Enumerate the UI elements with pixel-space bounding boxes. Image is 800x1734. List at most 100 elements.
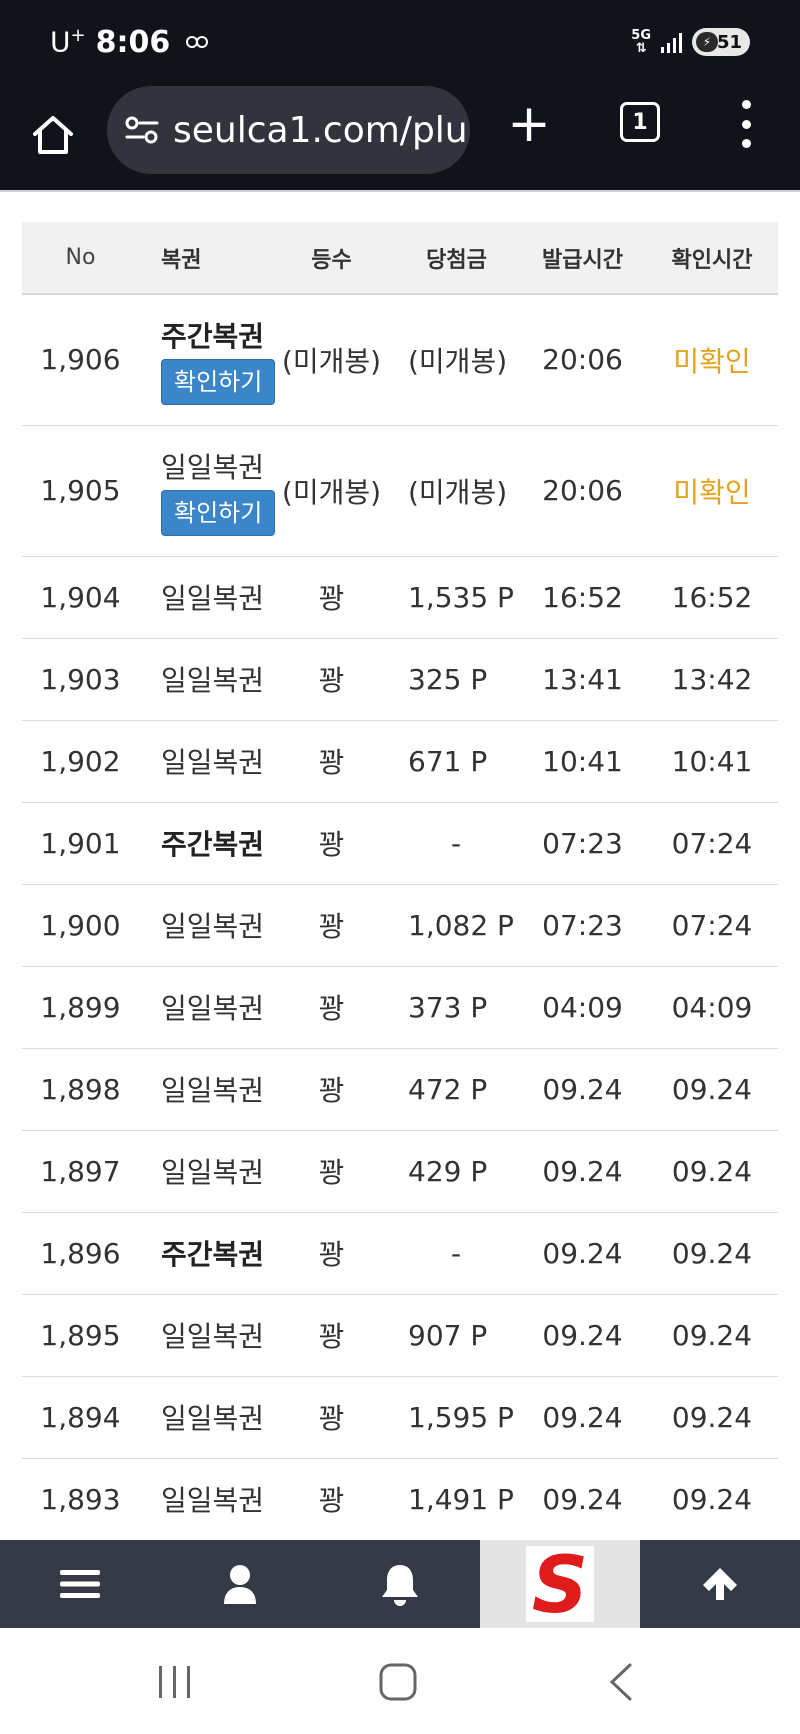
lottery-type: 주간복권 xyxy=(161,319,265,353)
table-row: 1,897 일일복권 꽝 429 P 09.24 09.24 xyxy=(22,1130,778,1213)
cell-checked: 13:42 xyxy=(646,638,778,721)
cell-prize: - xyxy=(394,1212,519,1295)
charging-icon: ⚡ xyxy=(696,32,718,52)
cell-no: 1,902 xyxy=(22,720,139,803)
cell-prize: 1,595 P xyxy=(394,1376,519,1459)
url-text: seulca1.com/plu xyxy=(173,109,468,151)
cell-prize: 472 P xyxy=(394,1048,519,1131)
check-button[interactable]: 확인하기 xyxy=(161,489,276,536)
table-row: 1,898 일일복권 꽝 472 P 09.24 09.24 xyxy=(22,1048,778,1131)
table-row: 1,903 일일복권 꽝 325 P 13:41 13:42 xyxy=(22,638,778,721)
lottery-type: 일일복권 xyxy=(161,1156,265,1189)
cell-rank: 꽝 xyxy=(269,966,394,1049)
cell-rank: 꽝 xyxy=(269,1130,394,1213)
cell-issued: 07:23 xyxy=(519,884,646,967)
lottery-type: 일일복권 xyxy=(161,992,265,1025)
battery-level: 51 xyxy=(716,31,742,53)
table-row: 1,893 일일복권 꽝 1,491 P 09.24 09.24 xyxy=(22,1458,778,1541)
cell-rank: 꽝 xyxy=(269,638,394,721)
lottery-type: 일일복권 xyxy=(161,664,265,697)
cell-issued: 09.24 xyxy=(519,1294,646,1377)
cell-prize: 373 P xyxy=(394,966,519,1049)
lottery-type: 일일복권 xyxy=(161,582,265,615)
header-no: No xyxy=(22,222,139,295)
url-bar[interactable]: seulca1.com/plu xyxy=(107,86,470,174)
cell-rank: 꽝 xyxy=(269,720,394,803)
table-row: 1,899 일일복권 꽝 373 P 04:09 04:09 xyxy=(22,966,778,1049)
nav-menu-button[interactable] xyxy=(0,1540,160,1628)
cell-type: 일일복권 xyxy=(139,1294,269,1377)
cell-checked: 09.24 xyxy=(646,1294,778,1377)
cell-prize: - xyxy=(394,802,519,885)
lottery-type: 일일복권 xyxy=(161,746,265,779)
back-icon[interactable] xyxy=(606,1662,636,1702)
cell-prize: (미개봉) xyxy=(394,425,519,557)
browser-toolbar: seulca1.com/plu + 1 xyxy=(0,82,800,192)
bell-icon xyxy=(382,1565,418,1606)
cell-issued: 16:52 xyxy=(519,556,646,639)
header-issued: 발급시간 xyxy=(519,222,646,295)
lottery-history: No 복권 등수 당첨금 발급시간 확인시간 1,906 주간복권 확인하기 (… xyxy=(22,222,778,1541)
clock: 8:06 xyxy=(95,24,171,60)
cell-type: 일일복권 xyxy=(139,1130,269,1213)
cell-no: 1,898 xyxy=(22,1048,139,1131)
arrow-up-icon xyxy=(703,1568,737,1600)
cell-no: 1,901 xyxy=(22,802,139,885)
recent-apps-icon[interactable] xyxy=(155,1662,195,1702)
tab-switcher-button[interactable]: 1 xyxy=(620,102,660,142)
home-icon xyxy=(33,116,73,154)
cell-issued: 09.24 xyxy=(519,1212,646,1295)
cell-type: 주간복권 xyxy=(139,802,269,885)
cell-type: 일일복권 xyxy=(139,638,269,721)
site-settings-icon[interactable] xyxy=(125,115,159,145)
browser-menu-button[interactable] xyxy=(736,100,756,148)
nav-scroll-top-button[interactable] xyxy=(640,1540,800,1628)
lottery-type: 주간복권 xyxy=(161,1238,265,1271)
cell-no: 1,906 xyxy=(22,294,139,426)
cell-issued: 20:06 xyxy=(519,294,646,426)
cell-no: 1,894 xyxy=(22,1376,139,1459)
cell-type: 일일복권 xyxy=(139,1048,269,1131)
check-button[interactable]: 확인하기 xyxy=(161,358,276,405)
cell-issued: 09.24 xyxy=(519,1048,646,1131)
cell-type: 일일복권 xyxy=(139,556,269,639)
user-icon xyxy=(224,1565,256,1604)
logo-letter: S xyxy=(532,1546,588,1622)
table-row: 1,896 주간복권 꽝 - 09.24 09.24 xyxy=(22,1212,778,1295)
cell-no: 1,893 xyxy=(22,1458,139,1541)
lottery-type: 일일복권 xyxy=(161,1402,265,1435)
cell-rank: 꽝 xyxy=(269,1294,394,1377)
header-prize: 당첨금 xyxy=(394,222,519,295)
cell-rank: (미개봉) xyxy=(269,294,394,426)
lottery-table: No 복권 등수 당첨금 발급시간 확인시간 1,906 주간복권 확인하기 (… xyxy=(22,222,778,1541)
menu-icon xyxy=(60,1570,100,1598)
home-button[interactable] xyxy=(26,108,80,162)
lottery-type: 일일복권 xyxy=(161,1320,265,1353)
cell-no: 1,900 xyxy=(22,884,139,967)
cell-rank: 꽝 xyxy=(269,1376,394,1459)
cell-issued: 10:41 xyxy=(519,720,646,803)
header-checked: 확인시간 xyxy=(646,222,778,295)
table-row: 1,900 일일복권 꽝 1,082 P 07:23 07:24 xyxy=(22,884,778,967)
cell-checked: 미확인 xyxy=(646,425,778,557)
new-tab-button[interactable]: + xyxy=(505,98,553,150)
cell-checked: 09.24 xyxy=(646,1048,778,1131)
nav-home-logo[interactable]: S xyxy=(480,1540,640,1628)
signal-icon xyxy=(661,31,682,53)
home-system-icon[interactable] xyxy=(378,1662,418,1702)
cell-type: 일일복권 xyxy=(139,884,269,967)
cell-rank: 꽝 xyxy=(269,556,394,639)
cell-rank: 꽝 xyxy=(269,802,394,885)
status-bar: U+ 8:06 5G ⇅ ⚡ 51 xyxy=(0,0,800,82)
header-type: 복권 xyxy=(139,222,269,295)
cell-no: 1,905 xyxy=(22,425,139,557)
nav-notification-button[interactable] xyxy=(320,1540,480,1628)
cell-type: 주간복권 확인하기 xyxy=(139,294,276,426)
nav-user-button[interactable] xyxy=(160,1540,320,1628)
bottom-nav: S xyxy=(0,1540,800,1628)
table-row: 1,895 일일복권 꽝 907 P 09.24 09.24 xyxy=(22,1294,778,1377)
cell-issued: 09.24 xyxy=(519,1458,646,1541)
cell-no: 1,903 xyxy=(22,638,139,721)
cell-checked: 미확인 xyxy=(646,294,778,426)
voicemail-icon xyxy=(186,35,209,49)
